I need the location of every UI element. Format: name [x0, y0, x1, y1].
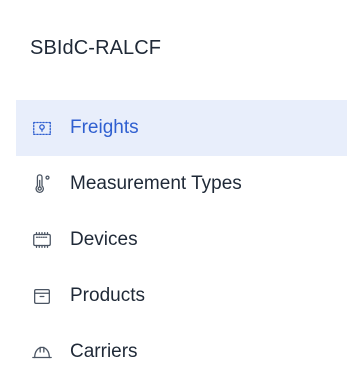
sidebar-item-carriers[interactable]: Carriers [16, 324, 347, 379]
app-title: SBIdC-RALCF [30, 37, 162, 59]
sidebar-item-measurement-types[interactable]: Measurement Types [16, 156, 347, 212]
sidebar-item-label: Measurement Types [70, 173, 242, 194]
sidebar-item-devices[interactable]: Devices [16, 212, 347, 268]
hard-hat-icon [30, 340, 54, 364]
sidebar-item-freights[interactable]: Freights [16, 100, 347, 156]
sidebar-item-label: Products [70, 285, 145, 306]
sidebar-item-label: Devices [70, 229, 138, 250]
box-icon [30, 284, 54, 308]
thermometer-icon [30, 172, 54, 196]
sidebar-item-products[interactable]: Products [16, 268, 347, 324]
sidebar-item-label: Carriers [70, 341, 138, 362]
sidebar-nav: Freights Measurement Types Devices Produ… [16, 100, 347, 379]
device-chip-icon [30, 228, 54, 252]
sidebar: SBIdC-RALCF Freights Measurement Types D… [0, 0, 347, 379]
sidebar-item-label: Freights [70, 117, 139, 138]
map-route-icon [30, 116, 54, 140]
